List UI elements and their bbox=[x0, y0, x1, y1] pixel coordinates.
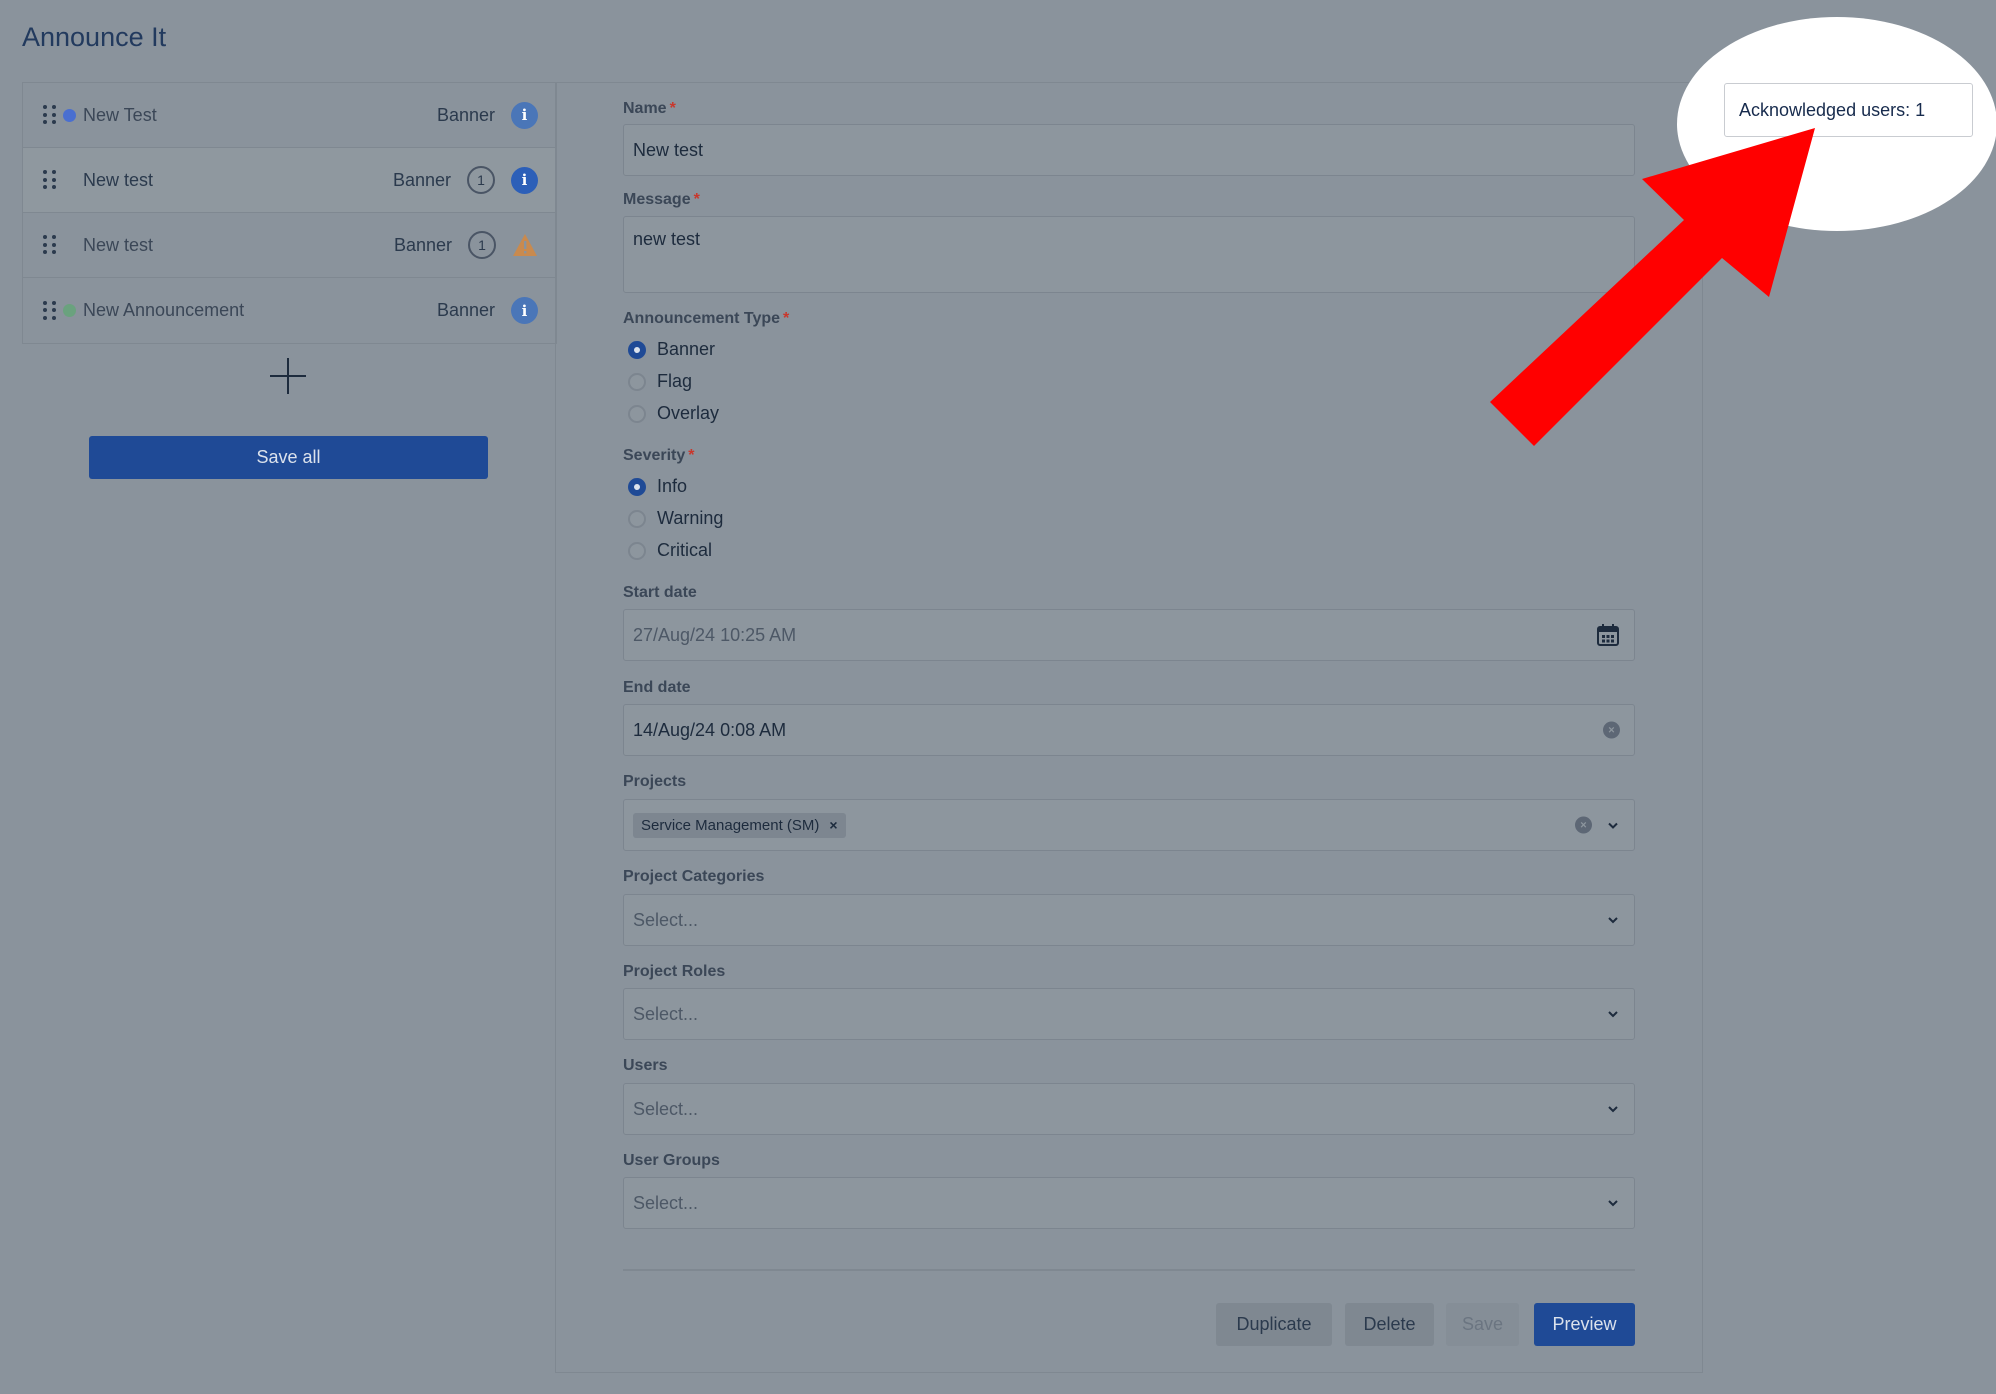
user-groups-select[interactable]: Select... bbox=[623, 1177, 1635, 1229]
user-groups-label: User Groups bbox=[623, 1152, 720, 1169]
severity-label: Severity * bbox=[623, 447, 695, 464]
status-dot bbox=[63, 239, 76, 252]
radio-button[interactable] bbox=[628, 404, 646, 423]
announcement-item[interactable]: New Announcement Banner i bbox=[23, 278, 556, 343]
announcement-type: Banner bbox=[393, 234, 452, 255]
announcement-type: Banner bbox=[392, 169, 451, 190]
radio-button[interactable] bbox=[628, 509, 646, 528]
acknowledged-count-badge: 1 bbox=[468, 231, 496, 259]
announcement-item[interactable]: New test Banner 1 bbox=[23, 213, 556, 278]
message-label: Message * bbox=[623, 191, 700, 208]
calendar-icon[interactable] bbox=[1596, 623, 1620, 647]
save-button[interactable]: Save bbox=[1446, 1303, 1519, 1346]
radio-severity-warning[interactable]: Warning bbox=[628, 508, 723, 529]
chevron-down-icon[interactable] bbox=[1606, 1007, 1620, 1021]
delete-button[interactable]: Delete bbox=[1345, 1303, 1434, 1346]
radio-type-banner[interactable]: Banner bbox=[628, 339, 715, 360]
project-roles-label: Project Roles bbox=[623, 963, 726, 980]
duplicate-button[interactable]: Duplicate bbox=[1216, 1303, 1332, 1346]
annotation-arrow-icon bbox=[1490, 128, 1815, 446]
project-roles-select[interactable]: Select... bbox=[623, 988, 1635, 1040]
end-date-label: End date bbox=[623, 679, 691, 696]
radio-type-flag[interactable]: Flag bbox=[628, 371, 692, 392]
announcement-list: New Test Banner i New test Banner 1 i Ne… bbox=[22, 82, 557, 344]
radio-type-overlay[interactable]: Overlay bbox=[628, 403, 719, 424]
add-announcement-plus-icon[interactable] bbox=[268, 356, 308, 396]
status-dot bbox=[63, 108, 76, 122]
announcement-item[interactable]: New Test Banner i bbox=[23, 83, 556, 148]
drag-handle-icon[interactable] bbox=[43, 300, 57, 321]
radio-severity-info[interactable]: Info bbox=[628, 476, 687, 497]
name-input[interactable]: New test bbox=[623, 124, 1635, 176]
radio-button[interactable] bbox=[628, 340, 646, 359]
project-categories-label: Project Categories bbox=[623, 868, 765, 885]
chevron-down-icon[interactable] bbox=[1606, 913, 1620, 927]
acknowledged-count-badge: 1 bbox=[467, 166, 495, 194]
status-dot bbox=[63, 174, 76, 187]
end-date-input[interactable]: 14/Aug/24 0:08 AM × bbox=[623, 704, 1635, 756]
remove-tag-icon[interactable]: × bbox=[829, 817, 837, 833]
clear-icon[interactable]: × bbox=[1575, 816, 1592, 834]
start-date-input[interactable]: 27/Aug/24 10:25 AM bbox=[623, 609, 1635, 661]
status-dot bbox=[63, 304, 76, 317]
announcement-item[interactable]: New test Banner 1 i bbox=[23, 148, 556, 213]
chevron-down-icon[interactable] bbox=[1606, 1102, 1620, 1116]
clear-icon[interactable]: × bbox=[1603, 721, 1620, 739]
preview-button[interactable]: Preview bbox=[1534, 1303, 1635, 1346]
name-label: Name * bbox=[623, 100, 676, 117]
announcement-type: Banner bbox=[436, 300, 495, 320]
drag-handle-icon[interactable] bbox=[43, 235, 57, 255]
warning-icon bbox=[513, 234, 537, 256]
announcement-type-label: Announcement Type * bbox=[623, 310, 790, 327]
announcement-name: New Test bbox=[83, 104, 157, 125]
users-label: Users bbox=[623, 1057, 668, 1074]
projects-select[interactable]: Service Management (SM) × × bbox=[623, 799, 1635, 851]
radio-button[interactable] bbox=[628, 477, 646, 496]
radio-severity-critical[interactable]: Critical bbox=[628, 540, 712, 561]
save-all-button[interactable]: Save all bbox=[89, 436, 488, 479]
users-select[interactable]: Select... bbox=[623, 1083, 1635, 1135]
announcement-name: New test bbox=[83, 234, 154, 255]
app-title: Announce It bbox=[22, 22, 167, 52]
project-tag: Service Management (SM) × bbox=[633, 812, 846, 838]
start-date-label: Start date bbox=[623, 584, 697, 601]
announcement-name: New Announcement bbox=[83, 300, 245, 320]
form-divider bbox=[623, 1269, 1635, 1271]
info-icon: i bbox=[511, 297, 538, 324]
chevron-down-icon[interactable] bbox=[1606, 1196, 1620, 1210]
radio-button[interactable] bbox=[628, 372, 646, 391]
radio-button[interactable] bbox=[628, 541, 646, 560]
drag-handle-icon[interactable] bbox=[43, 170, 57, 190]
project-categories-select[interactable]: Select... bbox=[623, 894, 1635, 946]
announcement-name: New test bbox=[83, 169, 154, 190]
projects-label: Projects bbox=[623, 773, 687, 790]
info-icon: i bbox=[511, 101, 538, 129]
announcement-sidebar: New Test Banner i New test Banner 1 i Ne… bbox=[22, 82, 557, 344]
announcement-type: Banner bbox=[436, 104, 495, 125]
info-icon: i bbox=[511, 166, 538, 194]
drag-handle-icon[interactable] bbox=[43, 105, 57, 125]
message-textarea[interactable]: new test bbox=[623, 216, 1635, 293]
chevron-down-icon[interactable] bbox=[1606, 818, 1620, 832]
